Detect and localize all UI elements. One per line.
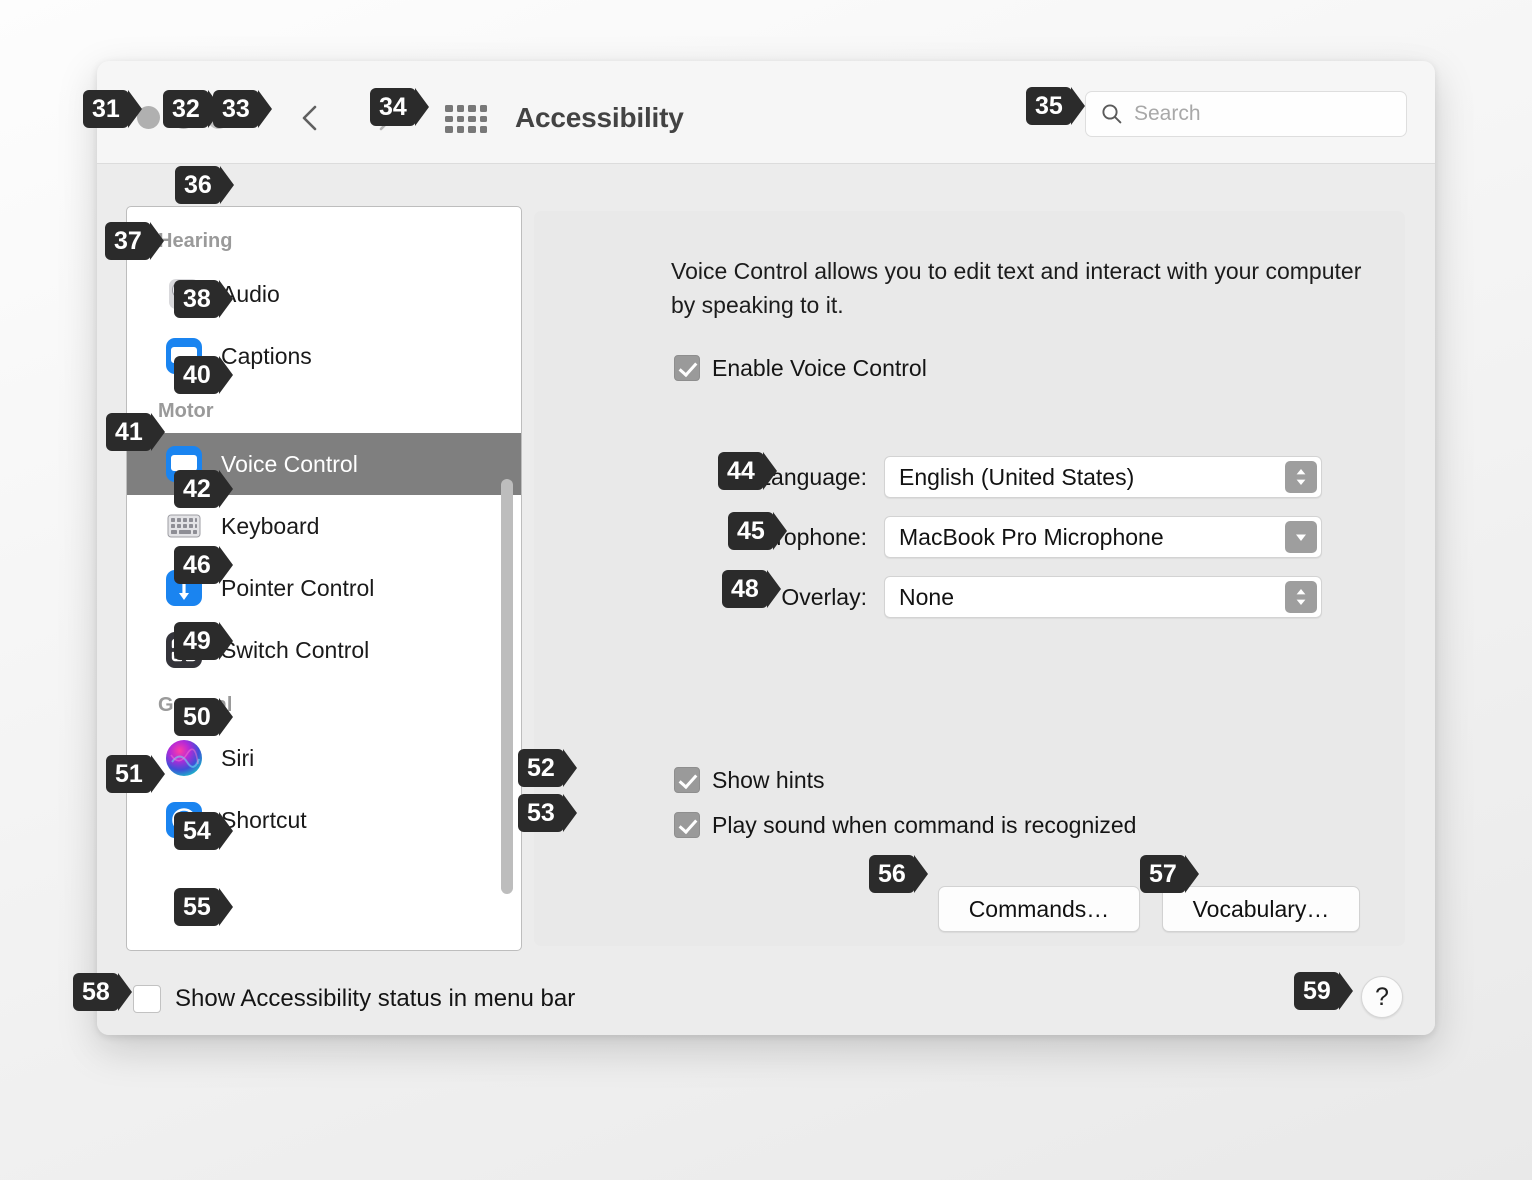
back-button[interactable] — [293, 99, 327, 137]
grid-dot — [445, 126, 453, 133]
sidebar-item-label: Captions — [221, 343, 312, 369]
checkbox-unchecked-icon[interactable] — [133, 985, 161, 1013]
annotation-badge-33: 33 — [213, 90, 272, 128]
grid-dot — [468, 126, 476, 133]
grid-dot — [479, 115, 487, 123]
sidebar-item-label: Keyboard — [221, 513, 320, 539]
annotation-badge-50: 50 — [174, 698, 233, 736]
annotation-badge-32: 32 — [163, 90, 222, 128]
chevron-down-icon — [1285, 521, 1317, 553]
annotation-badge-44: 44 — [718, 452, 777, 490]
annotation-badge-45: 45 — [728, 512, 787, 550]
annotation-badge-54: 54 — [174, 812, 233, 850]
play-sound-label: Play sound when command is recognized — [712, 812, 1137, 838]
grid-dot — [456, 126, 464, 133]
annotation-badge-38: 38 — [174, 280, 233, 318]
language-popup-button[interactable]: English (United States) — [884, 456, 1322, 498]
annotation-badge-57: 57 — [1140, 855, 1199, 893]
stepper-chevrons-icon — [1285, 581, 1317, 613]
sidebar-item-label: Pointer Control — [221, 575, 375, 601]
microphone-popup-button[interactable]: MacBook Pro Microphone — [884, 516, 1322, 558]
annotation-badge-35: 35 — [1026, 87, 1085, 125]
checkbox-checked-icon[interactable] — [674, 767, 700, 793]
annotation-badge-49: 49 — [174, 622, 233, 660]
search-field[interactable] — [1085, 91, 1407, 137]
annotation-badge-58: 58 — [73, 973, 132, 1011]
show-hints-checkbox-row[interactable]: Show hints — [674, 765, 825, 795]
annotation-badge-52: 52 — [518, 749, 577, 787]
keyboard-icon — [163, 505, 205, 547]
overlay-popup-button[interactable]: None — [884, 576, 1322, 618]
overlay-value: None — [899, 584, 954, 610]
checkbox-checked-icon[interactable] — [674, 812, 700, 838]
annotation-badge-31: 31 — [83, 90, 142, 128]
language-row: Language: English (United States) — [594, 456, 1322, 498]
overlay-row: Overlay: None — [594, 576, 1322, 618]
pane-description: Voice Control allows you to edit text an… — [671, 258, 1362, 318]
grid-dot — [479, 126, 487, 133]
grid-dot — [445, 115, 453, 123]
search-icon — [1102, 104, 1122, 124]
scrollbar-thumb[interactable] — [501, 479, 513, 894]
search-input[interactable] — [1134, 102, 1374, 126]
sidebar-group-hearing: Hearing — [158, 230, 233, 252]
grid-dot — [468, 105, 476, 112]
grid-dot — [456, 105, 464, 112]
annotation-badge-46: 46 — [174, 546, 233, 584]
stepper-chevrons-icon — [1285, 461, 1317, 493]
annotation-badge-42: 42 — [174, 470, 233, 508]
annotation-badge-37: 37 — [105, 222, 164, 260]
sidebar-item-label: Switch Control — [221, 637, 370, 663]
play-sound-checkbox-row[interactable]: Play sound when command is recognized — [674, 810, 1136, 840]
sidebar-item-siri[interactable]: Siri — [127, 727, 521, 789]
enable-voice-control-label: Enable Voice Control — [712, 355, 927, 381]
microphone-value: MacBook Pro Microphone — [899, 524, 1164, 550]
sidebar-scrollbar[interactable] — [498, 209, 516, 948]
sidebar-item-label: Voice Control — [221, 451, 358, 477]
voice-control-pane: Voice Control allows you to edit text an… — [534, 211, 1405, 946]
siri-icon — [163, 737, 205, 779]
grid-dot — [468, 115, 476, 123]
menu-bar-status-checkbox-row[interactable]: Show Accessibility status in menu bar — [133, 984, 575, 1014]
checkbox-checked-icon[interactable] — [674, 355, 700, 381]
annotation-badge-48: 48 — [722, 570, 781, 608]
menu-bar-status-label: Show Accessibility status in menu bar — [175, 985, 576, 1012]
annotation-badge-36: 36 — [175, 166, 234, 204]
microphone-row: Microphone: MacBook Pro Microphone — [594, 516, 1322, 558]
grid-dot — [445, 105, 453, 112]
annotation-badge-40: 40 — [174, 356, 233, 394]
show-hints-label: Show hints — [712, 767, 825, 793]
annotation-badge-51: 51 — [106, 755, 165, 793]
annotation-badge-56: 56 — [869, 855, 928, 893]
annotation-badge-34: 34 — [370, 88, 429, 126]
chevron-left-icon — [302, 105, 317, 131]
annotation-badge-59: 59 — [1294, 972, 1353, 1010]
annotation-badge-41: 41 — [106, 413, 165, 451]
screen: Accessibility Hearing — [0, 0, 1532, 1180]
annotation-badge-55: 55 — [174, 888, 233, 926]
page-title: Accessibility — [515, 102, 684, 133]
show-all-grid-button[interactable] — [445, 105, 487, 133]
help-button[interactable]: ? — [1361, 976, 1403, 1018]
sidebar-item-label: Shortcut — [221, 807, 307, 833]
language-value: English (United States) — [899, 464, 1135, 490]
commands-button[interactable]: Commands… — [938, 886, 1140, 932]
enable-voice-control-checkbox-row[interactable]: Enable Voice Control — [674, 353, 927, 383]
grid-dot — [456, 115, 464, 123]
sidebar-item-label: Siri — [221, 745, 255, 771]
window-titlebar: Accessibility — [97, 61, 1435, 164]
grid-dot — [479, 105, 487, 112]
annotation-badge-53: 53 — [518, 794, 577, 832]
